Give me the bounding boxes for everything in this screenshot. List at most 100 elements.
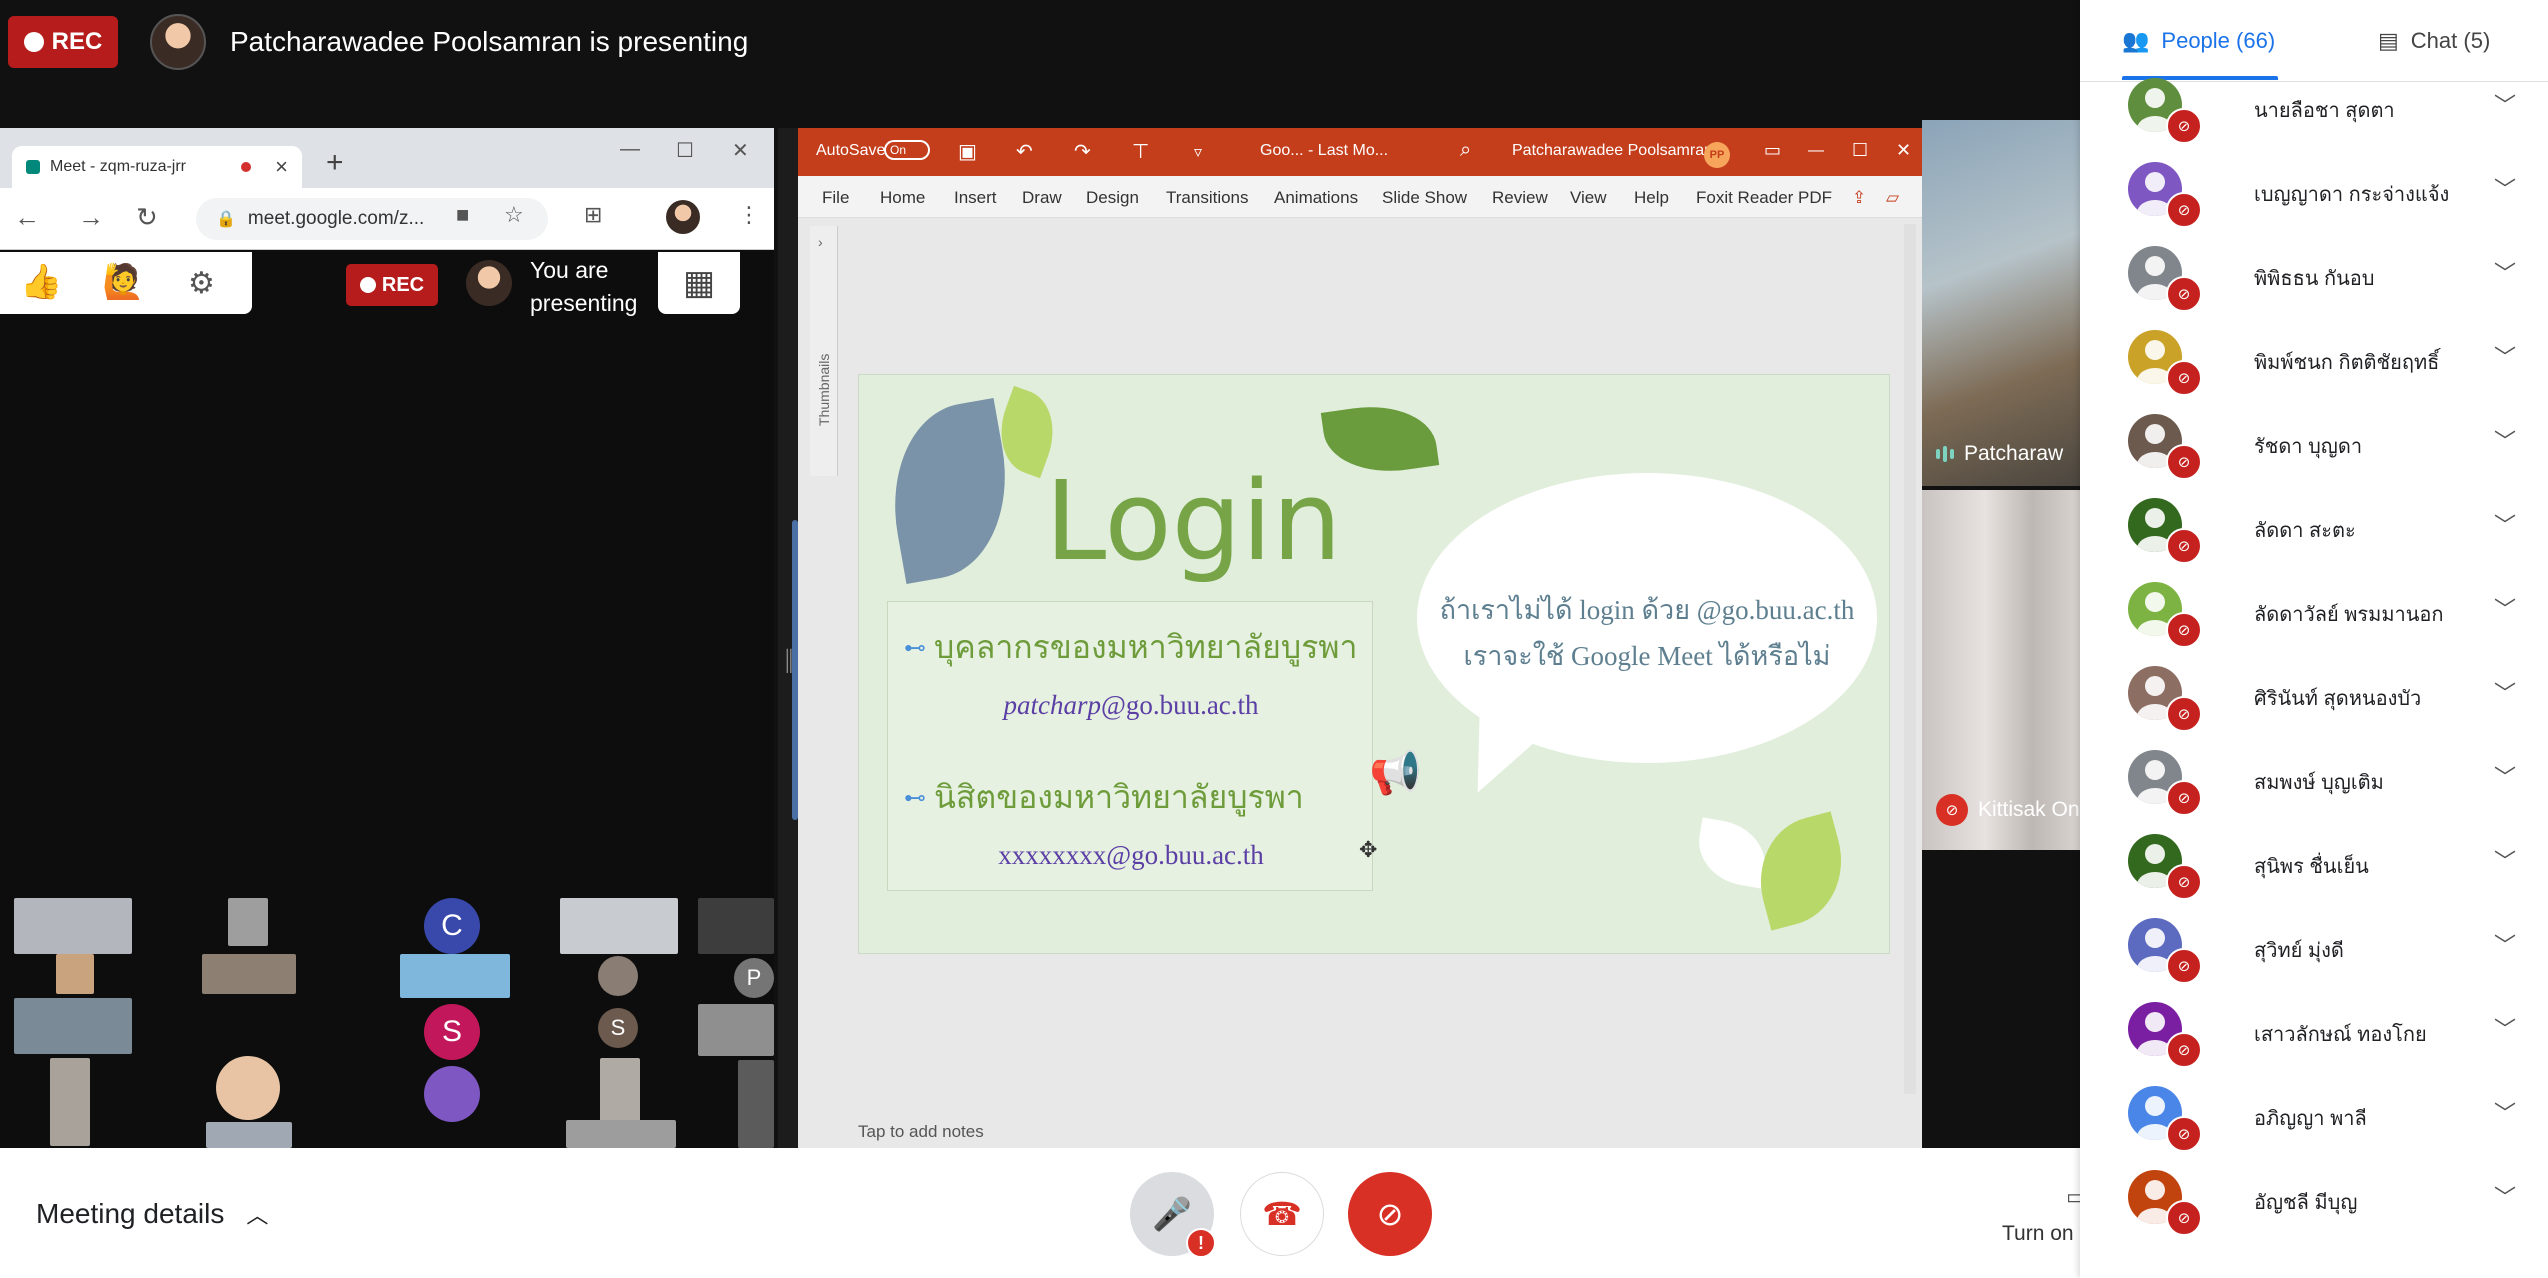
browser-menu-icon[interactable]: ⋮: [738, 202, 760, 228]
chevron-down-icon[interactable]: ﹀: [2494, 172, 2516, 204]
expand-thumbnails-icon[interactable]: ›: [818, 234, 823, 250]
participant-row[interactable]: ⊘ เสาวลักษณ์ ทองโกย ﹀: [2080, 988, 2548, 1072]
close-tab-icon[interactable]: ×: [275, 154, 288, 180]
search-icon[interactable]: ⌕: [1460, 139, 1471, 162]
participant-row[interactable]: ⊘ พิมพ์ชนก กิตติชัยฤทธิ์ ﹀: [2080, 316, 2548, 400]
tab-recording-icon: [241, 162, 252, 172]
ribbon-tab-transitions[interactable]: Transitions: [1166, 188, 1249, 208]
participant-row[interactable]: ⊘ อภิญญา พาลี ﹀: [2080, 1072, 2548, 1156]
forward-icon[interactable]: →: [78, 202, 104, 233]
participant-row[interactable]: ⊘ ศิรินันท์ สุดหนองบัว ﹀: [2080, 652, 2548, 736]
tab-people[interactable]: 👥 People (66): [2122, 28, 2275, 54]
raise-hand-icon[interactable]: 🙋: [102, 262, 144, 302]
slide-canvas[interactable]: Login ⊷ บุคลากรของมหาวิทยาลัยบูรพา patch…: [858, 374, 1890, 954]
ribbon-display-icon[interactable]: ▭: [1764, 140, 1781, 161]
chevron-down-icon[interactable]: ﹀: [2494, 844, 2516, 876]
leaf-decoration: [1745, 811, 1857, 931]
autosave-toggle[interactable]: On: [884, 140, 930, 160]
layout-grid-icon[interactable]: ▦: [658, 252, 740, 314]
chevron-down-icon[interactable]: ﹀: [2494, 1012, 2516, 1044]
speaker-video-2[interactable]: ⊘ Kittisak On: [1922, 490, 2080, 850]
participant-row[interactable]: ⊘ รัชดา บุญดา ﹀: [2080, 400, 2548, 484]
drag-grip-icon[interactable]: ║: [782, 650, 796, 673]
comments-icon[interactable]: ▱: [1886, 188, 1899, 208]
ppt-minimize-icon[interactable]: —: [1808, 142, 1824, 160]
leave-call-button[interactable]: ☎: [1240, 1172, 1324, 1256]
close-window-icon[interactable]: ✕: [732, 138, 749, 163]
ribbon-tab-file[interactable]: File: [822, 188, 849, 208]
ppt-close-icon[interactable]: ✕: [1896, 140, 1911, 161]
people-icon: 👥: [2122, 28, 2150, 53]
chevron-down-icon[interactable]: ﹀: [2494, 1180, 2516, 1212]
browser-tab-meet[interactable]: Meet - zqm-ruza-jrr ×: [12, 146, 302, 188]
ribbon-tab-slide-show[interactable]: Slide Show: [1382, 188, 1467, 208]
participant-name: พิพิธธน กันอบ: [2254, 268, 2375, 290]
chevron-down-icon[interactable]: ﹀: [2494, 676, 2516, 708]
participant-row[interactable]: ⊘ พิพิธธน กันอบ ﹀: [2080, 232, 2548, 316]
chevron-down-icon[interactable]: ﹀: [2494, 256, 2516, 288]
chevron-down-icon[interactable]: ﹀: [2494, 928, 2516, 960]
microphone-button[interactable]: 🎤 !: [1130, 1172, 1216, 1258]
present-icon[interactable]: ⊤: [1132, 139, 1149, 164]
participant-row[interactable]: ⊘ ลัดดาวัลย์ พรมมานอก ﹀: [2080, 568, 2548, 652]
ribbon-tab-help[interactable]: Help: [1634, 188, 1669, 208]
address-bar[interactable]: 🔒 meet.google.com/z...: [196, 198, 548, 240]
participant-row[interactable]: ⊘ สมพงษ์ บุญเติม ﹀: [2080, 736, 2548, 820]
extensions-icon[interactable]: ⊞: [584, 202, 602, 228]
speaker-video-1[interactable]: Patcharaw: [1922, 120, 2080, 486]
muted-mic-icon: ⊘: [2166, 696, 2202, 732]
maximize-icon[interactable]: ☐: [676, 138, 694, 163]
chevron-down-icon[interactable]: ﹀: [2494, 508, 2516, 540]
ribbon-tab-review[interactable]: Review: [1492, 188, 1548, 208]
participant-row[interactable]: ⊘ อัญชลี มีบุญ ﹀: [2080, 1156, 2548, 1240]
save-icon[interactable]: ▣: [958, 139, 977, 164]
camera-icon[interactable]: ■: [456, 202, 469, 228]
undo-icon[interactable]: ↶: [1016, 139, 1033, 164]
chevron-down-icon[interactable]: ﹀: [2494, 592, 2516, 624]
redo-icon[interactable]: ↷: [1074, 139, 1091, 164]
ribbon-tab-home[interactable]: Home: [880, 188, 925, 208]
tab-chat[interactable]: ▤ Chat (5): [2378, 28, 2490, 54]
ppt-user-avatar[interactable]: PP: [1704, 142, 1730, 168]
captions-button-label[interactable]: Turn on c: [2002, 1222, 2090, 1246]
ribbon-tab-draw[interactable]: Draw: [1022, 188, 1062, 208]
chevron-down-icon[interactable]: ﹀: [2494, 340, 2516, 372]
participant-name: ลัดดา สะตะ: [2254, 520, 2356, 542]
share-icon[interactable]: ⇪: [1852, 188, 1866, 208]
back-icon[interactable]: ←: [14, 202, 40, 233]
meeting-details-button[interactable]: Meeting details ︿: [36, 1198, 268, 1230]
participant-name: สุวิทย์ มุ่งดี: [2254, 940, 2344, 962]
participant-row[interactable]: ⊘ เบญญาดา กระจ่างแจ้ง ﹀: [2080, 148, 2548, 232]
ribbon-tab-insert[interactable]: Insert: [954, 188, 997, 208]
participant-row[interactable]: ⊘ นายลือชา สุดตา ﹀: [2080, 64, 2548, 148]
customize-toolbar-icon[interactable]: ▿: [1194, 142, 1202, 162]
vertical-scrollbar[interactable]: [1904, 224, 1916, 1094]
ribbon-tab-view[interactable]: View: [1570, 188, 1607, 208]
chevron-down-icon[interactable]: ﹀: [2494, 1096, 2516, 1128]
ribbon-tab-animations[interactable]: Animations: [1274, 188, 1358, 208]
participant-row[interactable]: ⊘ สุวิทย์ มุ่งดี ﹀: [2080, 904, 2548, 988]
document-title[interactable]: Goo... - Last Mo...: [1260, 142, 1388, 160]
inner-presenting-status: You are presenting: [530, 257, 638, 316]
settings-gear-icon[interactable]: ⚙: [188, 266, 215, 301]
notes-pane[interactable]: Tap to add notes: [858, 1122, 984, 1142]
new-tab-icon[interactable]: +: [326, 146, 344, 180]
thumbnails-pane[interactable]: › Thumbnails: [810, 226, 838, 476]
ribbon-tab-design[interactable]: Design: [1086, 188, 1139, 208]
ribbon-tab-foxit[interactable]: Foxit Reader PDF: [1696, 188, 1832, 208]
chevron-down-icon[interactable]: ﹀: [2494, 424, 2516, 456]
camera-toggle-button[interactable]: ⊘: [1348, 1172, 1432, 1256]
chevron-down-icon[interactable]: ﹀: [2494, 88, 2516, 120]
browser-profile-avatar[interactable]: [666, 200, 700, 234]
chevron-down-icon[interactable]: ﹀: [2494, 760, 2516, 792]
participant-avatar-c: C: [424, 898, 480, 954]
participant-row[interactable]: ⊘ ลัดดา สะตะ ﹀: [2080, 484, 2548, 568]
ppt-maximize-icon[interactable]: ☐: [1852, 140, 1868, 161]
participant-row[interactable]: ⊘ สุนิพร ชื่นเย็น ﹀: [2080, 820, 2548, 904]
bookmark-star-icon[interactable]: ☆: [504, 202, 524, 228]
ppt-ribbon-tabs: File Home Insert Draw Design Transitions…: [798, 176, 1922, 218]
thumbs-up-icon[interactable]: 👍: [20, 262, 62, 302]
minimize-icon[interactable]: —: [620, 138, 640, 161]
camera-off-icon: ⊘: [1376, 1196, 1404, 1232]
reload-icon[interactable]: ↻: [136, 202, 158, 233]
